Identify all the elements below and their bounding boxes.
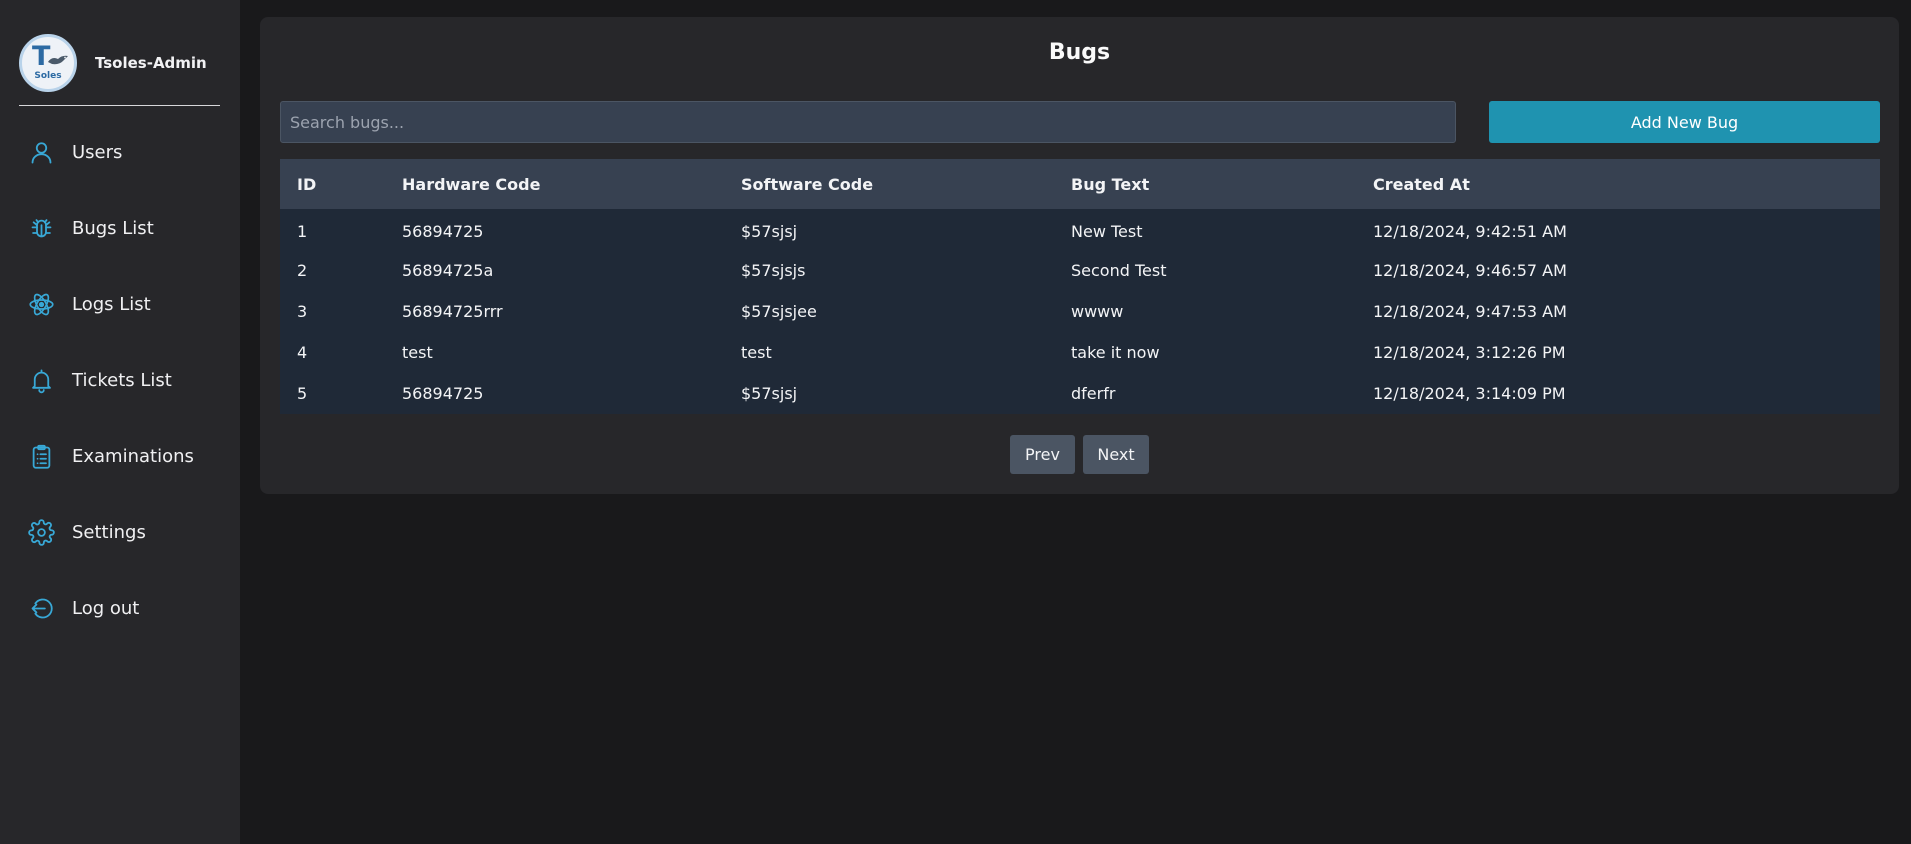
page-title: Bugs [1048, 40, 1111, 65]
sidebar: T Soles Tsoles-Admin Users Bugs List Log… [0, 0, 240, 844]
atom-icon [29, 293, 54, 315]
sidebar-item-label: Bugs List [72, 217, 154, 239]
table-row[interactable]: 2 56894725a $57sjsjs Second Test 12/18/2… [280, 250, 1880, 291]
bell-icon [32, 368, 51, 393]
bugs-panel: Bugs Add New Bug ID Hardware Code Softwa… [260, 17, 1899, 494]
sidebar-item-log-out[interactable]: Log out [0, 570, 240, 646]
cell-hardware-code: 56894725 [402, 384, 484, 403]
cell-software-code: $57sjsjs [741, 261, 806, 280]
cell-software-code: $57sjsj [741, 222, 798, 241]
sidebar-item-label: Log out [72, 597, 140, 619]
table-header-row: ID Hardware Code Software Code Bug Text … [280, 159, 1880, 209]
column-header-bug-text: Bug Text [1071, 174, 1150, 194]
sidebar-divider [19, 105, 220, 106]
add-new-bug-button[interactable]: Add New Bug [1489, 101, 1880, 143]
cell-hardware-code: 56894725rrr [402, 302, 503, 321]
sidebar-item-logs-list[interactable]: Logs List [0, 266, 240, 342]
sidebar-item-tickets-list[interactable]: Tickets List [0, 342, 240, 418]
pagination: Prev Next [260, 435, 1899, 474]
cell-software-code: $57sjsjee [741, 302, 817, 321]
sidebar-item-examinations[interactable]: Examinations [0, 418, 240, 494]
cell-bug-text: dferfr [1071, 384, 1116, 403]
cell-bug-text: take it now [1071, 343, 1160, 362]
table-row[interactable]: 4 test test take it now 12/18/2024, 3:12… [280, 332, 1880, 373]
user-icon [31, 141, 52, 164]
cell-id: 2 [297, 261, 308, 280]
cell-software-code: $57sjsj [741, 384, 798, 403]
app-logo: T Soles [19, 34, 77, 92]
cell-id: 3 [297, 302, 308, 321]
cell-created-at: 12/18/2024, 9:42:51 AM [1373, 222, 1567, 241]
cell-created-at: 12/18/2024, 3:12:26 PM [1373, 343, 1566, 362]
column-header-software-code: Software Code [741, 174, 874, 194]
sidebar-item-label: Settings [72, 521, 146, 543]
cell-hardware-code: 56894725 [402, 222, 484, 241]
logo-subtext: Soles [34, 71, 62, 81]
next-page-button[interactable]: Next [1083, 435, 1149, 474]
sidebar-item-label: Tickets List [72, 369, 172, 391]
table-row[interactable]: 5 56894725 $57sjsj dferfr 12/18/2024, 3:… [280, 373, 1880, 414]
app-name: Tsoles-Admin [95, 54, 207, 72]
cell-bug-text: New Test [1071, 222, 1143, 241]
cell-hardware-code: 56894725a [402, 261, 494, 280]
cell-created-at: 12/18/2024, 3:14:09 PM [1373, 384, 1566, 403]
cell-id: 4 [297, 343, 308, 362]
logout-icon [31, 598, 53, 618]
sidebar-item-label: Logs List [72, 293, 151, 315]
cell-id: 5 [297, 384, 308, 403]
brand: T Soles Tsoles-Admin [19, 34, 207, 92]
table-row[interactable]: 1 56894725 $57sjsj New Test 12/18/2024, … [280, 209, 1880, 250]
cell-id: 1 [297, 222, 308, 241]
table-row[interactable]: 3 56894725rrr $57sjsjee wwww 12/18/2024,… [280, 291, 1880, 332]
sidebar-item-label: Examinations [72, 445, 194, 467]
clipboard-list-icon [32, 444, 51, 469]
cell-bug-text: wwww [1071, 302, 1124, 321]
column-header-id: ID [297, 174, 317, 194]
sidebar-item-settings[interactable]: Settings [0, 494, 240, 570]
gear-icon [28, 518, 55, 546]
cell-created-at: 12/18/2024, 9:46:57 AM [1373, 261, 1567, 280]
prev-page-button[interactable]: Prev [1010, 435, 1075, 474]
column-header-hardware-code: Hardware Code [402, 174, 541, 194]
cell-created-at: 12/18/2024, 9:47:53 AM [1373, 302, 1567, 321]
bug-icon [31, 218, 52, 237]
sidebar-item-users[interactable]: Users [0, 114, 240, 190]
cell-hardware-code: test [402, 343, 433, 362]
sidebar-item-label: Users [72, 141, 123, 163]
cell-bug-text: Second Test [1071, 261, 1167, 280]
bugs-table: ID Hardware Code Software Code Bug Text … [280, 159, 1880, 414]
search-input[interactable] [280, 101, 1456, 143]
column-header-created-at: Created At [1373, 174, 1470, 194]
cell-software-code: test [741, 343, 772, 362]
sidebar-nav: Users Bugs List Logs List Tickets List E… [0, 114, 240, 646]
sidebar-item-bugs-list[interactable]: Bugs List [0, 190, 240, 266]
bird-icon [48, 55, 68, 65]
